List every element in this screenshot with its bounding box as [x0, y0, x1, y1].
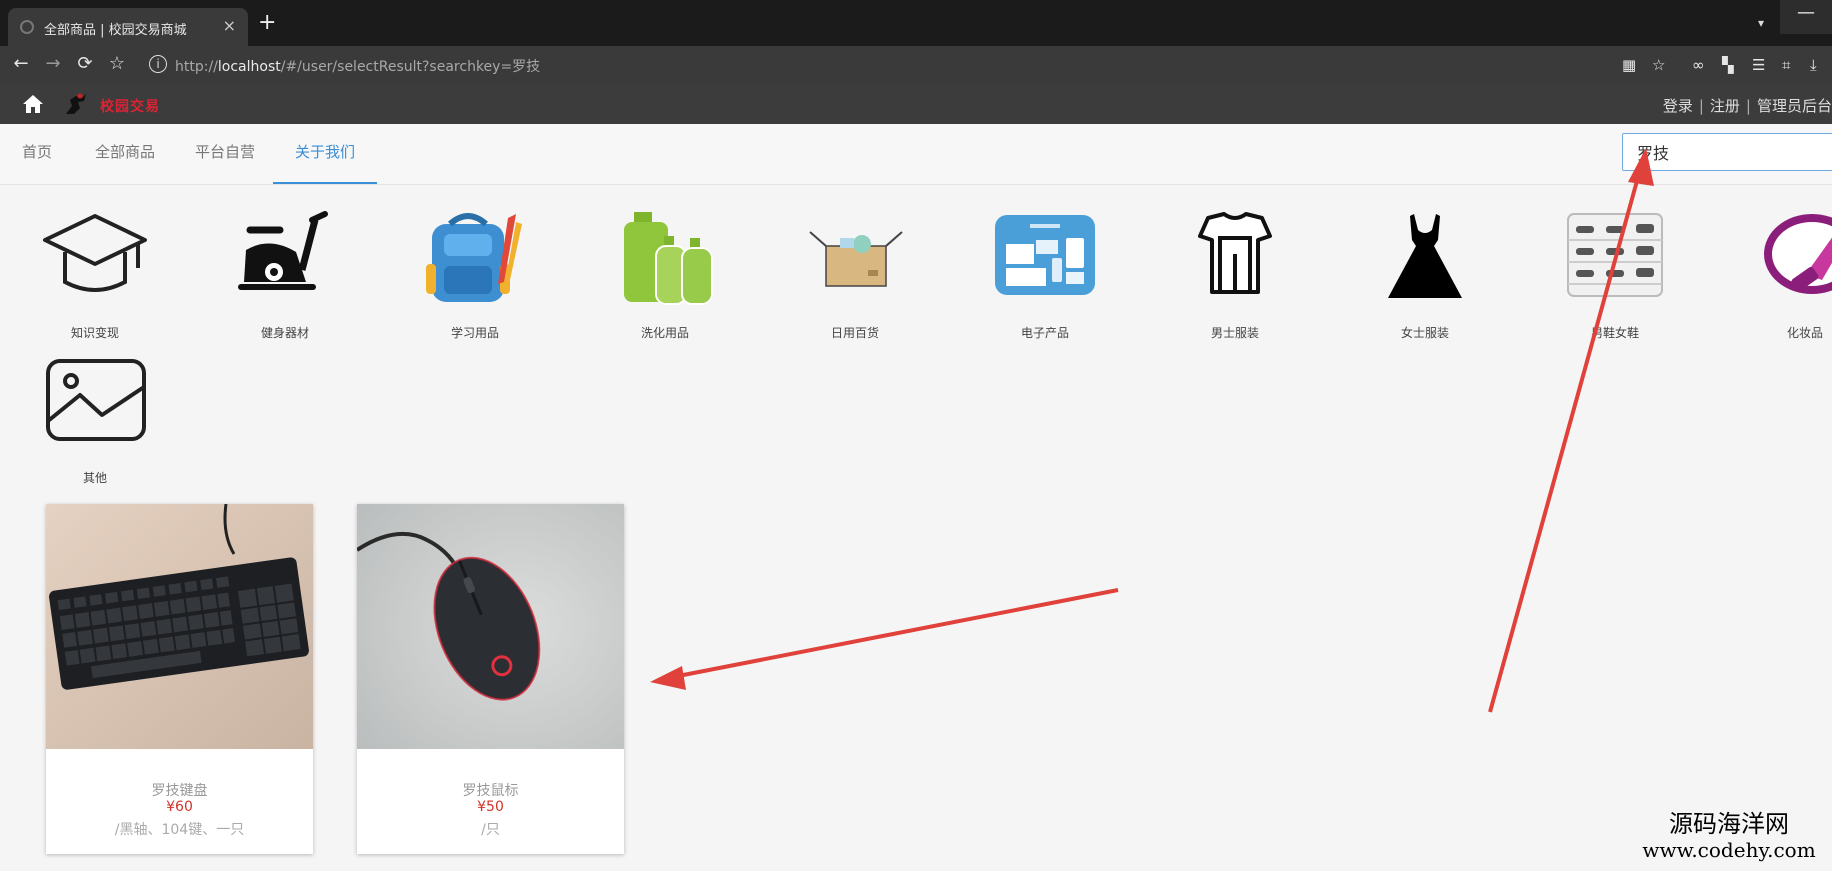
- category-label: 男鞋女鞋: [1590, 326, 1639, 340]
- school-backpack-icon: [426, 213, 522, 302]
- electronics-devices-icon: [995, 215, 1095, 295]
- site-header: 校园交易 登录 | 注册 | 管理员后台: [0, 84, 1832, 124]
- category-label: 女士服装: [1400, 326, 1449, 340]
- auth-links: 登录 | 注册 | 管理员后台: [1663, 95, 1832, 116]
- keyboard-photo[interactable]: [46, 504, 313, 749]
- product-name[interactable]: 罗技鼠标: [357, 780, 624, 800]
- new-tab-button[interactable]: +: [258, 12, 276, 34]
- lipstick-icon: [1764, 214, 1832, 294]
- login-link[interactable]: 登录: [1663, 97, 1693, 115]
- product-price: ¥60: [166, 799, 193, 815]
- register-link[interactable]: 注册: [1710, 97, 1740, 115]
- url-path: /#/user/selectResult?searchkey=罗技: [280, 59, 541, 75]
- product-card[interactable]: 罗技鼠标 ¥50 /只: [357, 504, 624, 854]
- category-item[interactable]: 洗化用品: [570, 210, 760, 341]
- admin-link[interactable]: 管理员后台: [1757, 97, 1832, 115]
- graduation-cap-icon: [43, 214, 147, 292]
- category-item[interactable]: 男鞋女鞋: [1520, 210, 1710, 341]
- product-name[interactable]: 罗技键盘: [46, 780, 313, 800]
- watermark-en: www.codehy.com: [1642, 838, 1816, 862]
- bookmark-star-icon[interactable]: ☆: [106, 54, 128, 74]
- open-box-icon: [809, 231, 903, 287]
- nav-item-home[interactable]: 首页: [18, 124, 56, 184]
- category-label: 男士服装: [1210, 326, 1259, 340]
- star-icon[interactable]: ☆: [1652, 56, 1665, 74]
- window-minimize-button[interactable]: —: [1780, 0, 1832, 34]
- category-item[interactable]: 其他: [0, 355, 190, 486]
- infinity-icon[interactable]: ∞: [1692, 56, 1705, 74]
- nav-item-all-products[interactable]: 全部商品: [92, 124, 158, 184]
- category-item[interactable]: 化妆品: [1710, 210, 1832, 341]
- browser-tab[interactable]: 全部商品 | 校园交易商城 ×: [8, 8, 248, 46]
- logo-text: 校园交易: [100, 99, 160, 115]
- forward-arrow-icon[interactable]: →: [42, 54, 64, 74]
- category-item[interactable]: 男士服装: [1140, 210, 1330, 341]
- site-logo[interactable]: 校园交易: [62, 90, 162, 118]
- category-item[interactable]: 学习用品: [380, 210, 570, 341]
- category-item[interactable]: 日用百货: [760, 210, 950, 341]
- home-icon[interactable]: [22, 94, 44, 114]
- category-label: 知识变现: [70, 326, 119, 340]
- apps-grid-icon[interactable]: ▚: [1722, 56, 1734, 74]
- nav-item-about[interactable]: 关于我们: [273, 124, 377, 184]
- category-label: 电子产品: [1020, 326, 1069, 340]
- shoe-rack-icon: [1567, 213, 1663, 297]
- dress-icon: [1388, 214, 1462, 298]
- reload-icon[interactable]: ⟳: [74, 54, 96, 74]
- reading-list-icon[interactable]: ☰: [1752, 56, 1765, 74]
- category-item[interactable]: 女士服装: [1330, 210, 1520, 341]
- mens-clothing-icon: [1198, 212, 1272, 294]
- category-label: 洗化用品: [640, 326, 689, 340]
- product-unit: /只: [481, 822, 500, 838]
- mouse-photo[interactable]: [357, 504, 624, 749]
- tab-list-dropdown-icon[interactable]: ▾: [1758, 16, 1764, 30]
- category-item[interactable]: 知识变现: [0, 210, 190, 341]
- exercise-bike-icon: [238, 211, 328, 290]
- tab-close-icon[interactable]: ×: [223, 16, 236, 35]
- crop-icon[interactable]: ⌗: [1782, 56, 1790, 74]
- url-scheme: http://: [175, 59, 218, 75]
- category-item[interactable]: 电子产品: [950, 210, 1140, 341]
- url-host: localhost: [217, 59, 281, 75]
- watermark: 源码海洋网 www.codehy.com: [1626, 810, 1832, 862]
- category-label: 学习用品: [450, 326, 499, 340]
- search-input[interactable]: [1622, 133, 1832, 171]
- tab-title: 全部商品 | 校园交易商城: [44, 23, 187, 38]
- image-placeholder-icon: [46, 359, 146, 441]
- tab-favicon-icon: [20, 20, 34, 34]
- auth-separator: |: [1745, 97, 1751, 115]
- browser-tab-bar: 全部商品 | 校园交易商城 × + ▾ —: [0, 0, 1832, 46]
- site-info-icon[interactable]: i: [149, 55, 167, 73]
- arrowhead-icon: [650, 666, 686, 690]
- annotation-arrow-results: [667, 588, 1119, 680]
- product-price: ¥50: [477, 799, 504, 815]
- auth-separator: |: [1698, 97, 1704, 115]
- toiletries-bottles-icon: [624, 212, 713, 305]
- category-label: 日用百货: [830, 326, 879, 340]
- download-icon[interactable]: ⤓: [1810, 56, 1817, 74]
- category-label: 健身器材: [260, 326, 309, 340]
- address-bar[interactable]: http://localhost/#/user/selectResult?sea…: [175, 56, 540, 76]
- product-card[interactable]: 罗技键盘 ¥60 /黑轴、104键、一只: [46, 504, 313, 854]
- nav-item-platform[interactable]: 平台自营: [192, 124, 258, 184]
- qr-code-icon[interactable]: ▦: [1622, 56, 1636, 74]
- product-unit: /黑轴、104键、一只: [114, 822, 245, 838]
- back-arrow-icon[interactable]: ←: [10, 54, 32, 74]
- category-label: 其他: [82, 471, 107, 485]
- main-nav: 首页 全部商品 平台自营 关于我们: [0, 124, 1832, 185]
- watermark-cn: 源码海洋网: [1669, 810, 1789, 838]
- logo-figure-icon: [66, 93, 86, 114]
- browser-toolbar: ← → ⟳ ☆ i http://localhost/#/user/select…: [0, 46, 1832, 84]
- category-label: 化妆品: [1786, 326, 1823, 340]
- category-item[interactable]: 健身器材: [190, 210, 380, 341]
